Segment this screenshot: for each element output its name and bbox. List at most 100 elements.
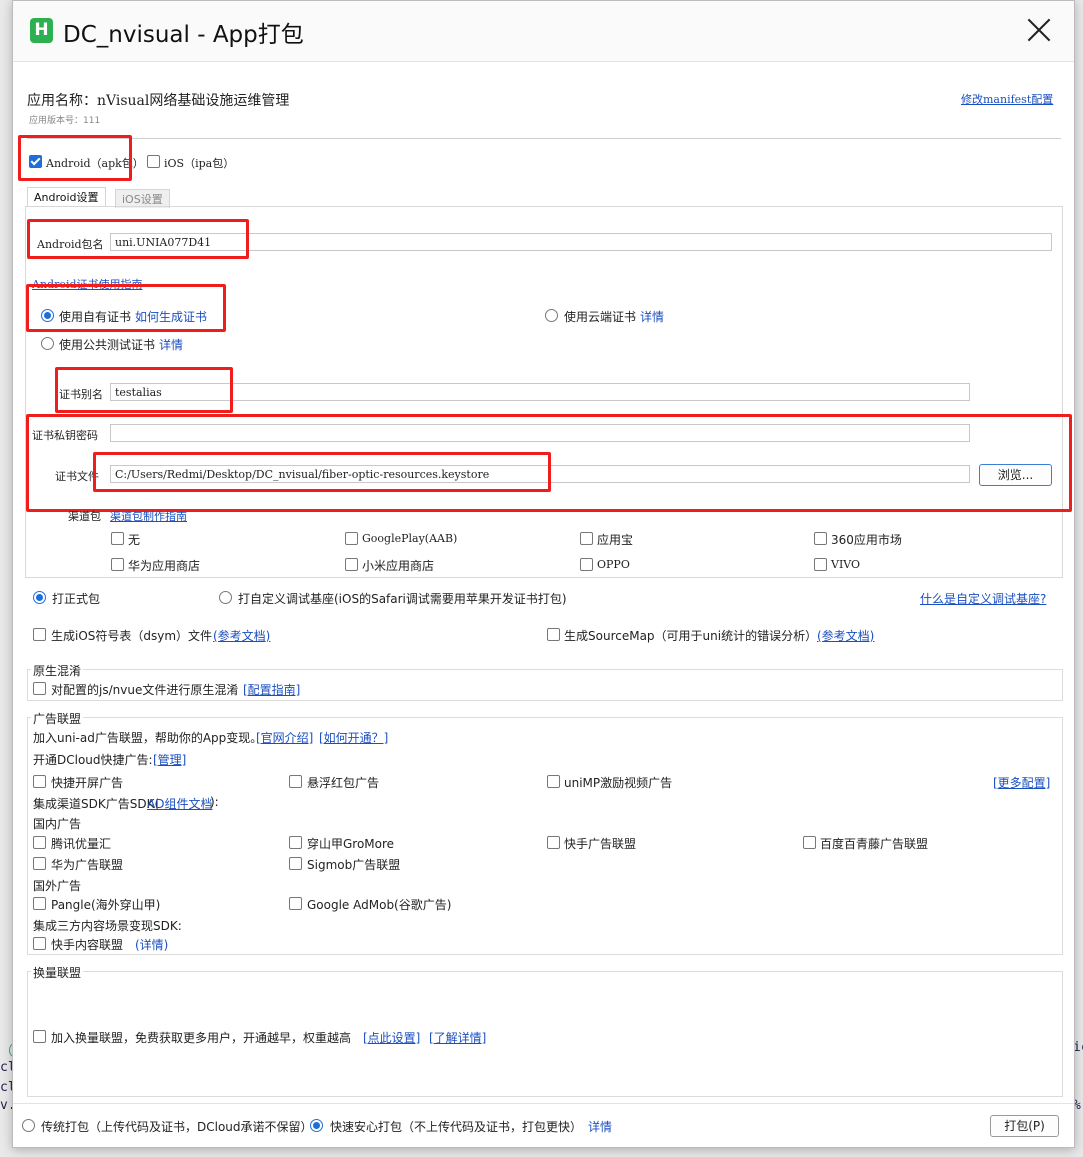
channel-huawei-label: 华为应用商店 <box>128 559 201 573</box>
channel-vivo-checkbox[interactable] <box>814 558 827 571</box>
fast-pack-radio[interactable] <box>310 1119 323 1132</box>
pack-dialog: H DC_nvisual - App打包 应用名称：nVisual网络基础设施运… <box>12 0 1075 1148</box>
formal-build-label: 打正式包 <box>52 592 101 606</box>
ad-foreign-label: 国外广告 <box>33 879 82 893</box>
ad-how-open-link[interactable]: [如何开通？] <box>319 729 388 746</box>
pack-button[interactable]: 打包(P) <box>990 1115 1059 1137</box>
ad-channel-sdk-end: ): <box>210 795 219 809</box>
channel-oppo-label: OPPO <box>597 558 630 571</box>
ad-official-link[interactable]: [官网介绍] <box>256 729 313 746</box>
channel-vivo-label: VIVO <box>831 558 861 571</box>
ad-huawei-label: 华为广告联盟 <box>51 858 124 872</box>
channel-yyb-checkbox[interactable] <box>580 532 593 545</box>
channel-label: 渠道包 <box>68 510 101 523</box>
what-custom-base-link[interactable]: 什么是自定义调试基座? <box>920 590 1046 607</box>
footer-divider <box>13 1103 1074 1104</box>
window-title: DC_nvisual - App打包 <box>63 22 304 48</box>
hbuilder-logo-icon: H <box>30 18 53 43</box>
app-name: 应用名称：nVisual网络基础设施运维管理 <box>27 93 290 109</box>
formal-build-radio[interactable] <box>33 591 46 604</box>
exchange-learn-link[interactable]: [了解详情] <box>429 1029 486 1046</box>
obfuscation-label: 对配置的js/nvue文件进行原生混淆 <box>51 683 239 697</box>
ad-alliance-title: 广告联盟 <box>31 710 84 727</box>
traditional-pack-radio[interactable] <box>22 1119 35 1132</box>
custom-base-radio[interactable] <box>219 591 232 604</box>
own-cert-label: 使用自有证书 <box>59 310 132 324</box>
tab-android-settings[interactable]: Android设置 <box>27 187 106 206</box>
ad-intro: 加入uni-ad广告联盟，帮助你的App变现。 <box>33 731 263 745</box>
cloud-cert-radio[interactable] <box>545 309 558 322</box>
title-bar[interactable]: H DC_nvisual - App打包 <box>13 1 1074 62</box>
obfuscation-checkbox[interactable] <box>33 682 46 695</box>
android-label: Android（apk包） <box>46 157 144 170</box>
ad-baidu-label: 百度百青藤广告联盟 <box>820 837 929 851</box>
ad-gromore-checkbox[interactable] <box>289 836 302 849</box>
channel-none-checkbox[interactable] <box>111 532 124 545</box>
public-cert-label: 使用公共测试证书 <box>59 338 156 352</box>
channel-oppo-checkbox[interactable] <box>580 558 593 571</box>
ad-manage-link[interactable]: [管理] <box>153 751 186 768</box>
ios-checkbox[interactable] <box>147 155 160 168</box>
sourcemap-ref-link[interactable]: (参考文档) <box>817 627 874 644</box>
public-cert-detail-link[interactable]: 详情 <box>159 336 183 353</box>
ad-pangle-checkbox[interactable] <box>33 897 46 910</box>
sourcemap-label: 生成SourceMap（可用于uni统计的错误分析） <box>564 629 818 643</box>
ad-unimp-video-label: uniMP激励视频广告 <box>564 776 673 790</box>
own-cert-radio[interactable] <box>41 309 54 322</box>
close-icon[interactable] <box>1026 17 1052 43</box>
ad-kuaishou-content-checkbox[interactable] <box>33 937 46 950</box>
ad-admob-label: Google AdMob(谷歌广告) <box>307 898 452 912</box>
cert-file-label: 证书文件 <box>55 470 99 483</box>
how-generate-cert-link[interactable]: 如何生成证书 <box>135 308 207 325</box>
ad-channel-sdk-label: 集成渠道SDK广告SDK( <box>33 797 160 811</box>
cert-alias-input[interactable]: testalias <box>110 383 970 401</box>
ad-domestic-label: 国内广告 <box>33 817 82 831</box>
channel-googleplay-checkbox[interactable] <box>345 532 358 545</box>
ad-tencent-label: 腾讯优量汇 <box>51 837 112 851</box>
channel-googleplay-label: GooglePlay(AAB) <box>362 532 458 545</box>
browse-button[interactable]: 浏览... <box>979 464 1052 486</box>
channel-guide-link[interactable]: 渠道包制作指南 <box>110 508 187 524</box>
fast-pack-detail-link[interactable]: 详情 <box>588 1118 612 1135</box>
cert-password-input[interactable] <box>110 424 970 442</box>
ad-pangle-label: Pangle(海外穿山甲) <box>51 898 161 912</box>
ad-unimp-video-checkbox[interactable] <box>547 775 560 788</box>
channel-360-checkbox[interactable] <box>814 532 827 545</box>
channel-360-label: 360应用市场 <box>831 533 902 547</box>
channel-huawei-checkbox[interactable] <box>111 558 124 571</box>
ad-component-doc-link[interactable]: AD组件文档 <box>147 795 212 812</box>
channel-none-label: 无 <box>128 533 141 547</box>
obfuscation-guide-link[interactable]: [配置指南] <box>243 681 300 698</box>
ios-dsym-checkbox[interactable] <box>33 628 46 641</box>
exchange-settings-link[interactable]: [点此设置] <box>363 1029 420 1046</box>
dsym-ref-link[interactable]: (参考文档) <box>213 627 270 644</box>
package-name-input[interactable]: uni.UNIA077D41 <box>110 233 1052 251</box>
cert-file-input[interactable]: C:/Users/Redmi/Desktop/DC_nvisual/fiber-… <box>110 465 970 483</box>
public-cert-radio[interactable] <box>41 337 54 350</box>
ad-content-detail-link[interactable]: (详情) <box>135 936 168 953</box>
ad-admob-checkbox[interactable] <box>289 897 302 910</box>
ad-sigmob-checkbox[interactable] <box>289 857 302 870</box>
cloud-cert-detail-link[interactable]: 详情 <box>640 308 664 325</box>
sourcemap-checkbox[interactable] <box>547 628 560 641</box>
android-checkbox[interactable] <box>29 155 42 168</box>
ad-kuaishou-content-label: 快手内容联盟 <box>51 938 124 952</box>
modify-manifest-link[interactable]: 修改manifest配置 <box>961 91 1053 107</box>
channel-xiaomi-label: 小米应用商店 <box>362 559 435 573</box>
ad-kuaishou-label: 快手广告联盟 <box>564 837 637 851</box>
cert-guide-link[interactable]: Android证书使用指南 <box>32 276 143 292</box>
ad-redpacket-label: 悬浮红包广告 <box>307 776 380 790</box>
ad-kuaishou-checkbox[interactable] <box>547 836 560 849</box>
ad-tencent-checkbox[interactable] <box>33 836 46 849</box>
ad-baidu-checkbox[interactable] <box>803 836 816 849</box>
ios-label: iOS（ipa包） <box>164 157 235 170</box>
fast-pack-label: 快速安心打包（不上传代码及证书，打包更快） <box>330 1120 583 1134</box>
channel-xiaomi-checkbox[interactable] <box>345 558 358 571</box>
ad-splash-checkbox[interactable] <box>33 775 46 788</box>
custom-base-label: 打自定义调试基座(iOS的Safari调试需要用苹果开发证书打包) <box>238 592 567 606</box>
ad-huawei-checkbox[interactable] <box>33 857 46 870</box>
package-name-label: Android包名 <box>37 238 104 251</box>
ad-more-config-link[interactable]: [更多配置] <box>993 774 1050 791</box>
ad-redpacket-checkbox[interactable] <box>289 775 302 788</box>
exchange-checkbox[interactable] <box>33 1030 46 1043</box>
